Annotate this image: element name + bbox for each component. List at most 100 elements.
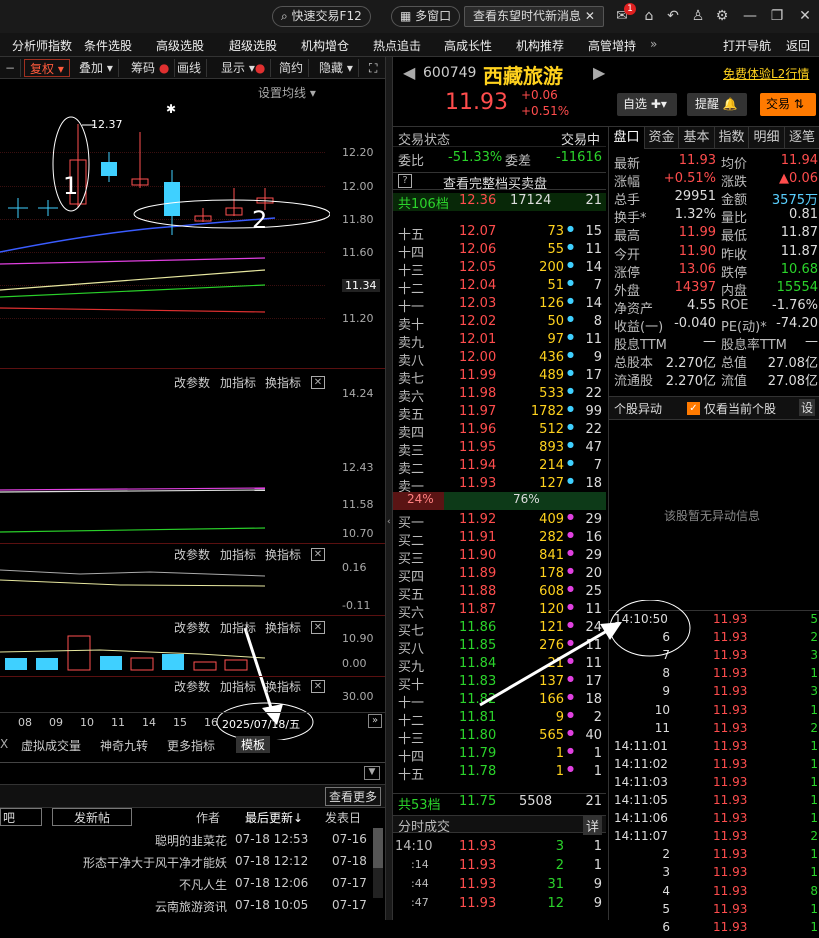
switch-indicator-button[interactable]: 换指标 bbox=[265, 619, 301, 636]
order-level[interactable]: 十三 11.80 565 ● 40 bbox=[393, 728, 606, 747]
home-icon[interactable]: ⌂ bbox=[639, 6, 659, 26]
scrollbar[interactable] bbox=[373, 828, 383, 898]
order-level[interactable]: 十五 12.07 73 ● 15 bbox=[393, 224, 606, 243]
close-window-icon[interactable]: ✕ bbox=[795, 6, 815, 26]
menu-item[interactable]: 条件选股 bbox=[84, 37, 132, 54]
sort-last-update[interactable]: 最后更新↓ bbox=[245, 809, 303, 826]
quick-trade-button[interactable]: ⌕ 快速交易F12 bbox=[272, 6, 371, 27]
close-pane-icon[interactable]: ✕ bbox=[311, 376, 325, 389]
order-level[interactable]: 买四 11.89 178 ● 20 bbox=[393, 566, 606, 585]
anomaly-settings-button[interactable]: 设 bbox=[799, 399, 816, 416]
change-params-button[interactable]: 改参数 bbox=[174, 374, 210, 391]
order-level[interactable]: 卖十 12.02 50 ● 8 bbox=[393, 314, 606, 333]
order-level[interactable]: 十四 12.06 55 ● 11 bbox=[393, 242, 606, 261]
order-level[interactable]: 买二 11.91 282 ● 16 bbox=[393, 530, 606, 549]
change-params-button[interactable]: 改参数 bbox=[174, 678, 210, 695]
close-icon[interactable]: ✕ bbox=[585, 9, 595, 23]
tab-detail[interactable]: 明细 bbox=[749, 127, 785, 149]
overlay-button[interactable]: 叠加 ▾ bbox=[74, 59, 119, 77]
undo-icon[interactable]: ↶ bbox=[663, 6, 683, 26]
switch-indicator-button[interactable]: 换指标 bbox=[265, 546, 301, 563]
menu-item[interactable]: 高级选股 bbox=[156, 37, 204, 54]
list-item[interactable]: 云南旅游资讯 07-18 10:05 07-17 bbox=[0, 898, 370, 920]
order-level[interactable]: 十二 12.04 51 ● 7 bbox=[393, 278, 606, 297]
alert-button[interactable]: 提醒 🔔 bbox=[687, 93, 747, 116]
multi-window-button[interactable]: ▦ 多窗口 bbox=[391, 6, 461, 27]
restore-rights-button[interactable]: 复权 ▾ bbox=[24, 59, 70, 77]
menu-item[interactable]: 热点追击 bbox=[373, 37, 421, 54]
draw-line-button[interactable]: 画线 bbox=[172, 59, 208, 77]
next-stock-icon[interactable]: ▶ bbox=[593, 63, 605, 82]
tab-handicap[interactable]: 盘口 bbox=[609, 127, 645, 149]
add-indicator-button[interactable]: 加指标 bbox=[220, 619, 256, 636]
order-level[interactable]: 卖二 11.94 214 ● 7 bbox=[393, 458, 606, 477]
tab-tick[interactable]: 逐笔 bbox=[785, 127, 819, 149]
tab-magic-nine[interactable]: 神奇九转 bbox=[100, 737, 148, 754]
forum-button[interactable]: 吧 bbox=[0, 808, 42, 826]
order-level[interactable]: 十一 12.03 126 ● 14 bbox=[393, 296, 606, 315]
order-level[interactable]: 卖七 11.99 489 ● 17 bbox=[393, 368, 606, 387]
close-pane-icon[interactable]: ✕ bbox=[311, 548, 325, 561]
tab-virtual-volume[interactable]: 虚拟成交量 bbox=[21, 737, 81, 754]
trade-button[interactable]: 交易 ⇅ bbox=[760, 93, 816, 116]
menu-item[interactable]: 机构增仓 bbox=[301, 37, 349, 54]
menu-item[interactable]: 分析师指数 bbox=[12, 37, 72, 54]
chips-button[interactable]: 筹码 ● bbox=[126, 59, 176, 77]
menu-item[interactable]: 机构推荐 bbox=[516, 37, 564, 54]
splitter[interactable]: ‹ bbox=[385, 57, 393, 920]
hide-button[interactable]: 隐藏 ▾ bbox=[314, 59, 359, 77]
kline-chart[interactable]: 设置均线 ▾ 12.20 12.00 11.80 11.60 11.34 11.… bbox=[0, 80, 385, 740]
order-level[interactable]: 卖九 12.01 97 ● 11 bbox=[393, 332, 606, 351]
tick-detail-button[interactable]: 详 bbox=[582, 816, 602, 835]
menu-item[interactable]: 高管增持 bbox=[588, 37, 636, 54]
order-level[interactable]: 卖八 12.00 436 ● 9 bbox=[393, 350, 606, 369]
restore-icon[interactable]: ❐ bbox=[767, 6, 787, 26]
menu-item[interactable]: 高成长性 bbox=[444, 37, 492, 54]
order-level[interactable]: 卖五 11.97 1782 ● 99 bbox=[393, 404, 606, 423]
list-item[interactable]: 聪明的韭菜花 07-18 12:53 07-16 bbox=[0, 832, 370, 854]
close-pane-icon[interactable]: ✕ bbox=[311, 680, 325, 693]
add-indicator-button[interactable]: 加指标 bbox=[220, 374, 256, 391]
order-level[interactable]: 十三 12.05 200 ● 14 bbox=[393, 260, 606, 279]
add-indicator-button[interactable]: 加指标 bbox=[220, 546, 256, 563]
menu-item[interactable]: 超级选股 bbox=[229, 37, 277, 54]
simple-button[interactable]: 简约 bbox=[274, 59, 310, 77]
menu-item-nav[interactable]: 打开导航 bbox=[723, 37, 771, 54]
collapse-icon[interactable]: ▼ bbox=[364, 766, 380, 780]
list-item[interactable]: 不凡人生 07-18 12:06 07-17 bbox=[0, 876, 370, 898]
order-level[interactable]: 十四 11.79 1 ● 1 bbox=[393, 746, 606, 765]
order-level[interactable]: 卖六 11.98 533 ● 22 bbox=[393, 386, 606, 405]
list-item[interactable]: 形态干净大于风干净才能妖 07-18 12:12 07-18 bbox=[0, 854, 370, 876]
change-params-button[interactable]: 改参数 bbox=[174, 546, 210, 563]
tab-index[interactable]: 指数 bbox=[715, 127, 749, 149]
minus-icon[interactable]: − bbox=[0, 59, 22, 77]
news-tab[interactable]: 查看东望时代新消息 ✕ bbox=[464, 6, 604, 27]
checkbox-only-current[interactable]: ✓ bbox=[687, 402, 700, 415]
order-level[interactable]: 卖四 11.96 512 ● 22 bbox=[393, 422, 606, 441]
tab-funds[interactable]: 资金 bbox=[645, 127, 679, 149]
watchlist-button[interactable]: 自选 ✚▾ bbox=[617, 93, 677, 116]
fullscreen-icon[interactable]: ⛶ bbox=[364, 59, 382, 77]
order-level[interactable]: 买一 11.92 409 ● 29 bbox=[393, 512, 606, 531]
tab-more-indicators[interactable]: 更多指标 bbox=[167, 737, 215, 754]
scroll-right-icon[interactable]: » bbox=[368, 714, 382, 728]
order-level[interactable]: 十五 11.78 1 ● 1 bbox=[393, 764, 606, 783]
switch-indicator-button[interactable]: 换指标 bbox=[265, 678, 301, 695]
shirt-icon[interactable]: ♙ bbox=[688, 6, 708, 26]
switch-indicator-button[interactable]: 换指标 bbox=[265, 374, 301, 391]
view-full-book-button[interactable]: ? 查看完整档买卖盘 bbox=[393, 172, 606, 192]
display-button[interactable]: 显示 ▾● bbox=[216, 59, 272, 77]
settings-icon[interactable]: ⚙ bbox=[712, 6, 732, 26]
order-level[interactable]: 买三 11.90 841 ● 29 bbox=[393, 548, 606, 567]
prev-stock-icon[interactable]: ◀ bbox=[403, 63, 415, 82]
tab-template[interactable]: 模板 bbox=[236, 736, 271, 753]
minimize-icon[interactable]: — bbox=[740, 6, 760, 26]
look-more-button[interactable]: 查看更多 bbox=[325, 787, 382, 806]
tab-basic[interactable]: 基本 bbox=[679, 127, 715, 149]
close-pane-icon[interactable]: ✕ bbox=[311, 621, 325, 634]
l2-trial-link[interactable]: 免费体验L2行情 bbox=[723, 65, 809, 82]
more-icon[interactable]: » bbox=[650, 37, 657, 51]
menu-item-back[interactable]: 返回 bbox=[786, 37, 810, 54]
change-params-button[interactable]: 改参数 bbox=[174, 619, 210, 636]
new-post-button[interactable]: 发新帖 bbox=[52, 808, 132, 826]
